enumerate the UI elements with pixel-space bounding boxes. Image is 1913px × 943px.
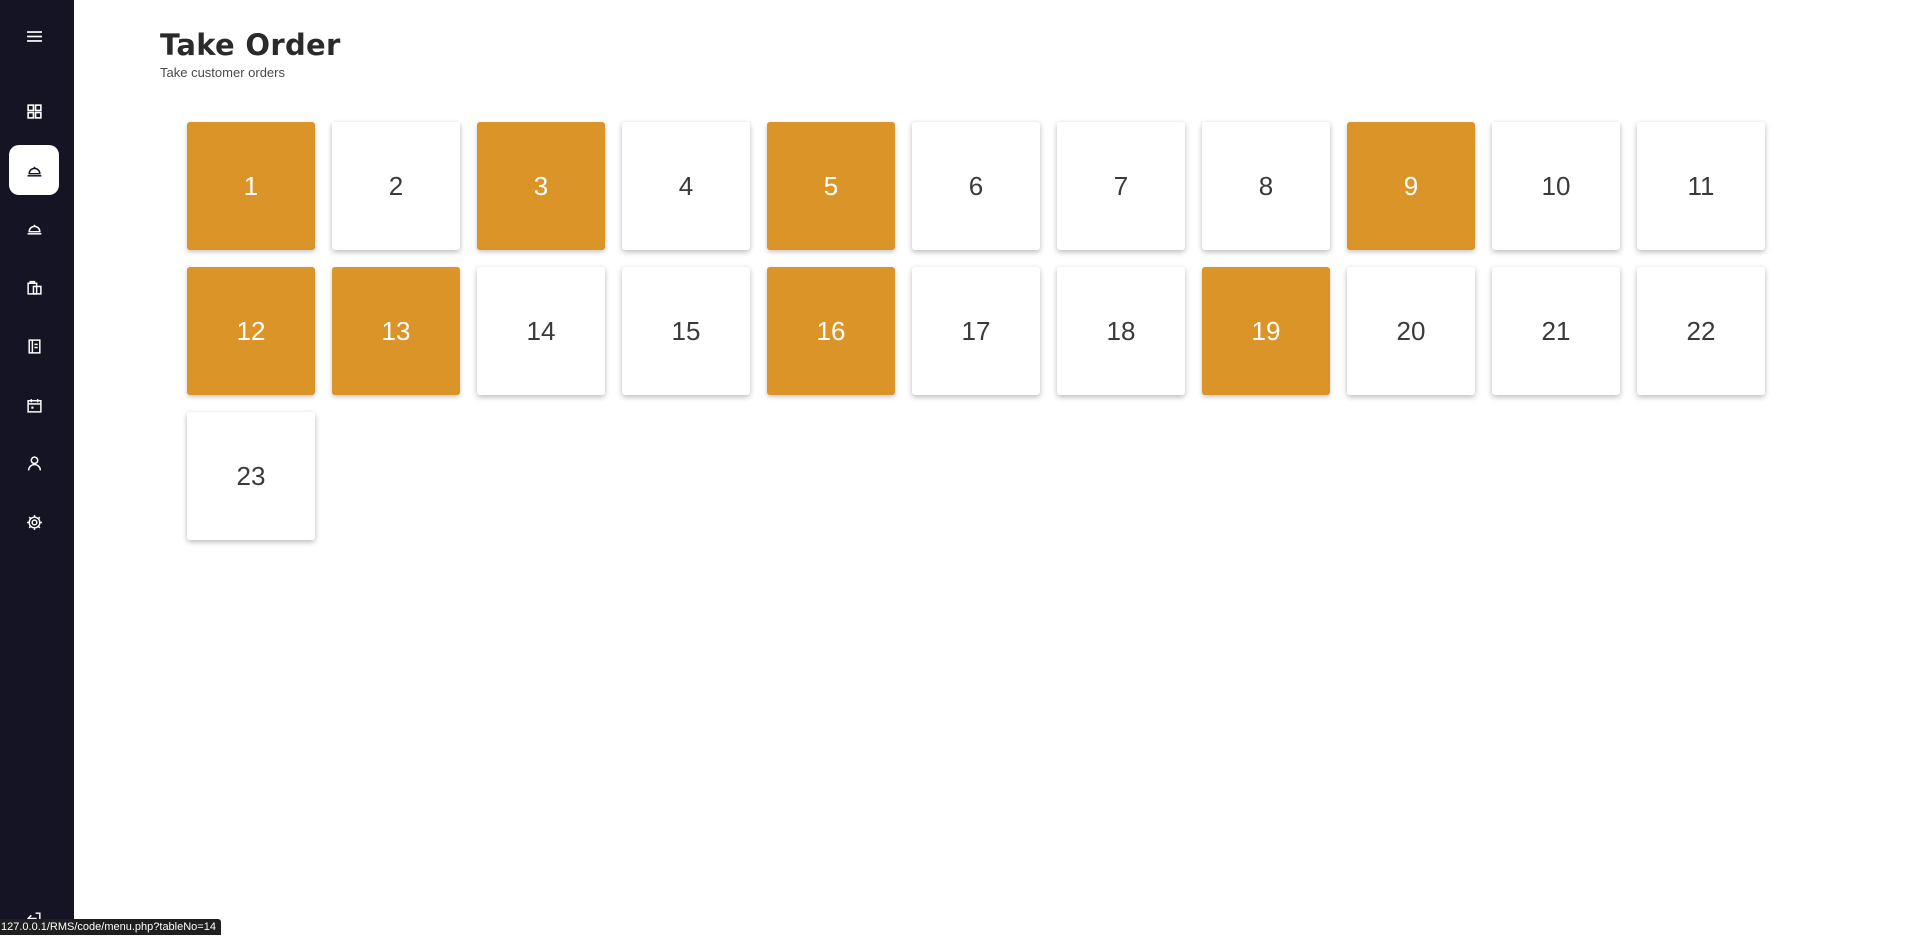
table-tile-17[interactable]: 17: [912, 267, 1040, 395]
table-tile-5[interactable]: 5: [767, 122, 895, 250]
table-tile-14[interactable]: 14: [477, 267, 605, 395]
table-tile-21[interactable]: 21: [1492, 267, 1620, 395]
table-tile-9[interactable]: 9: [1347, 122, 1475, 250]
take-order-cloche-icon[interactable]: [9, 145, 59, 195]
sidebar-nav: [0, 0, 74, 935]
hamburger-menu-icon[interactable]: [9, 11, 59, 61]
table-tile-11[interactable]: 11: [1637, 122, 1765, 250]
table-tile-20[interactable]: 20: [1347, 267, 1475, 395]
table-tile-15[interactable]: 15: [622, 267, 750, 395]
food-cloche-icon[interactable]: [9, 203, 59, 253]
logout-icon[interactable]: [9, 893, 59, 943]
shopping-bags-icon[interactable]: [9, 262, 59, 312]
table-tile-1[interactable]: 1: [187, 122, 315, 250]
calendar-icon[interactable]: [9, 380, 59, 430]
table-tile-10[interactable]: 10: [1492, 122, 1620, 250]
page-subtitle: Take customer orders: [160, 65, 285, 80]
table-tile-12[interactable]: 12: [187, 267, 315, 395]
gear-icon[interactable]: [9, 497, 59, 547]
dashboard-grid-icon[interactable]: [9, 86, 59, 136]
table-tile-2[interactable]: 2: [332, 122, 460, 250]
table-tile-8[interactable]: 8: [1202, 122, 1330, 250]
table-tile-16[interactable]: 16: [767, 267, 895, 395]
page-title: Take Order: [160, 28, 341, 62]
table-tile-18[interactable]: 18: [1057, 267, 1185, 395]
table-tile-4[interactable]: 4: [622, 122, 750, 250]
table-tile-23[interactable]: 23: [187, 412, 315, 540]
table-tile-7[interactable]: 7: [1057, 122, 1185, 250]
table-grid: 1 2 3 4 5 6 7 8 9 10 11 12 13 14 15 16 17 18 19 20 21 22 23: [187, 122, 1765, 540]
status-bar-url: 127.0.0.1/RMS/code/menu.php?tableNo=14: [0, 919, 221, 935]
main-content: Take Order Take customer orders 12345678…: [74, 0, 1913, 935]
menu-book-icon[interactable]: [9, 321, 59, 371]
table-tile-19[interactable]: 19: [1202, 267, 1330, 395]
user-icon[interactable]: [9, 438, 59, 488]
table-tile-6[interactable]: 6: [912, 122, 1040, 250]
table-tile-3[interactable]: 3: [477, 122, 605, 250]
table-tile-13[interactable]: 13: [332, 267, 460, 395]
table-tile-22[interactable]: 22: [1637, 267, 1765, 395]
